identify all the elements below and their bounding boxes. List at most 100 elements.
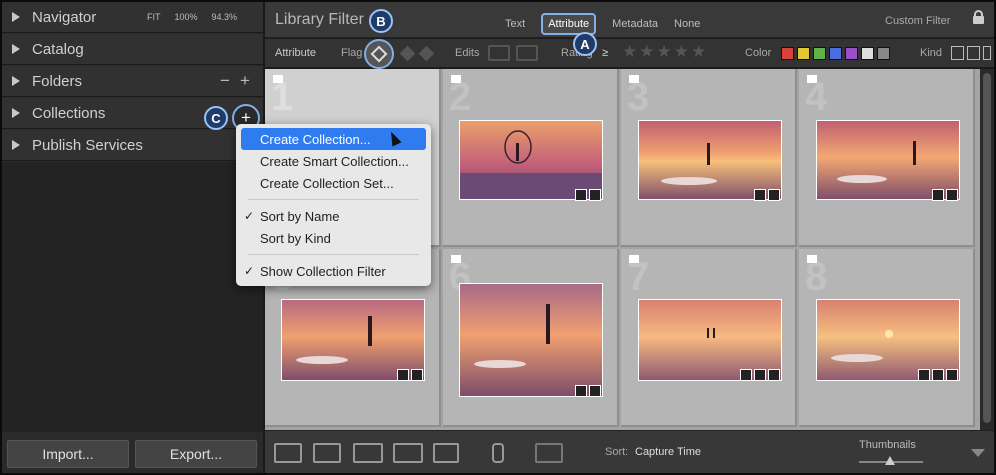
photo-thumbnail[interactable]	[816, 120, 960, 200]
slider-knob[interactable]	[885, 456, 895, 465]
attribute-label: Attribute	[275, 47, 316, 59]
rating-operator[interactable]: ≥	[602, 47, 608, 59]
flag-icon[interactable]	[629, 75, 639, 83]
menu-item-label: Create Smart Collection...	[260, 153, 409, 169]
edits-label: Edits	[455, 47, 480, 59]
menu-item-sort-by-name[interactable]: ✓ Sort by Name	[236, 205, 431, 227]
flag-filter-button[interactable]	[364, 39, 394, 69]
menu-item-sort-by-kind[interactable]: Sort by Kind	[236, 227, 431, 249]
photo-thumbnail[interactable]	[459, 283, 603, 397]
rating-stars[interactable]: ★★★★★	[622, 42, 708, 62]
thumbnail-badges	[918, 369, 958, 381]
lock-icon[interactable]	[973, 10, 984, 24]
video-icon[interactable]	[983, 46, 991, 60]
thumbnail-badges	[575, 385, 601, 397]
export-button[interactable]: Export...	[135, 440, 257, 468]
remove-folder-icon[interactable]: −	[220, 71, 230, 91]
menu-item-create-smart-collection[interactable]: Create Smart Collection...	[236, 150, 431, 172]
catalog-panel-header[interactable]: Catalog	[2, 34, 263, 65]
left-panel: Navigator FIT 100% 94.3% Catalog Folders…	[2, 2, 263, 473]
thumbnail-badges	[932, 189, 958, 201]
disclosure-triangle-icon	[12, 140, 20, 150]
import-button[interactable]: Import...	[7, 440, 129, 468]
grid-cell[interactable]: 6	[443, 249, 619, 427]
publish-services-panel-header[interactable]: Publish Services	[2, 130, 263, 161]
menu-item-label: Create Collection...	[260, 131, 371, 147]
checkmark-icon: ✓	[244, 264, 255, 278]
grid-view-icon[interactable]	[274, 443, 302, 463]
filter-preset-dropdown[interactable]: Custom Filter	[885, 15, 950, 27]
tab-none[interactable]: None	[674, 18, 700, 30]
callout-c-badge: C	[204, 106, 228, 130]
collections-label: Collections	[32, 104, 106, 122]
virtual-copy-icon[interactable]	[967, 46, 980, 60]
color-swatch-red[interactable]	[781, 47, 794, 60]
color-swatch-none[interactable]	[877, 47, 890, 60]
thumbnail-badges	[754, 189, 780, 201]
grid-scrollbar[interactable]	[980, 69, 994, 430]
unedited-icon[interactable]	[516, 45, 538, 61]
navigator-panel-header[interactable]: Navigator FIT 100% 94.3%	[2, 2, 263, 33]
bottom-toolbar: Sort: Capture Time Thumbnails	[265, 430, 994, 473]
painter-icon[interactable]	[492, 443, 504, 463]
folders-panel-header[interactable]: Folders − +	[2, 66, 263, 97]
grid-cell[interactable]: 4	[799, 69, 975, 247]
callout-a-badge: A	[573, 32, 597, 56]
survey-view-icon[interactable]	[393, 443, 423, 463]
grid-cell[interactable]: 7	[621, 249, 797, 427]
color-swatch-purple[interactable]	[845, 47, 858, 60]
library-filter-title: Library Filter :	[275, 11, 373, 28]
master-photo-icon[interactable]	[951, 46, 964, 60]
toolbar-menu-chevron-icon[interactable]	[971, 449, 985, 457]
sort-label: Sort:	[605, 446, 629, 458]
scroll-thumb[interactable]	[983, 73, 991, 423]
flag-icon[interactable]	[451, 75, 461, 83]
flag-icon[interactable]	[629, 255, 639, 263]
navigator-zoom-options: FIT 100% 94.3%	[147, 12, 237, 22]
tab-metadata[interactable]: Metadata	[612, 18, 658, 30]
import-export-bar: Import... Export...	[2, 432, 263, 473]
thumbnail-badges	[740, 369, 780, 381]
tab-text[interactable]: Text	[505, 18, 525, 30]
color-swatch-yellow[interactable]	[797, 47, 810, 60]
people-view-icon[interactable]	[433, 443, 459, 463]
disclosure-triangle-icon	[12, 12, 20, 22]
disclosure-triangle-icon	[12, 76, 20, 86]
sort-dropdown[interactable]: Capture Time	[635, 446, 701, 458]
grid-cell[interactable]: 3	[621, 69, 797, 247]
zoom-custom[interactable]: 94.3%	[212, 12, 238, 22]
catalog-label: Catalog	[32, 40, 84, 58]
photo-thumbnail[interactable]	[459, 120, 603, 200]
filter-tabs: Text Attribute Metadata None	[505, 13, 700, 35]
compare-view-icon[interactable]	[353, 443, 383, 463]
flag-icon[interactable]	[807, 255, 817, 263]
menu-item-create-collection[interactable]: Create Collection...	[241, 128, 426, 150]
edited-icon[interactable]	[488, 45, 510, 61]
rejected-icon[interactable]	[418, 45, 435, 62]
color-swatch-blue[interactable]	[829, 47, 842, 60]
thumbnail-badges	[397, 369, 423, 381]
left-panel-empty-area	[2, 162, 263, 432]
loupe-view-icon[interactable]	[313, 443, 341, 463]
disclosure-triangle-icon	[12, 108, 20, 118]
attribute-filter-bar: Attribute Flag Edits Rating ≥ ★★★★★ Colo…	[265, 39, 994, 69]
zoom-100[interactable]: 100%	[175, 12, 198, 22]
add-folder-icon[interactable]: +	[240, 71, 250, 91]
thumbnail-badges	[575, 189, 601, 201]
grid-cell[interactable]: 8	[799, 249, 975, 427]
sort-direction-icon[interactable]	[535, 443, 563, 463]
menu-item-show-collection-filter[interactable]: ✓ Show Collection Filter	[236, 260, 431, 282]
color-swatch-custom[interactable]	[861, 47, 874, 60]
flag-icon[interactable]	[273, 75, 283, 83]
color-swatch-green[interactable]	[813, 47, 826, 60]
thumbnail-size-slider[interactable]	[859, 456, 923, 465]
flag-icon[interactable]	[807, 75, 817, 83]
grid-cell[interactable]: 2	[443, 69, 619, 247]
flag-icon[interactable]	[451, 255, 461, 263]
navigator-label: Navigator	[32, 8, 97, 26]
unflagged-icon[interactable]	[399, 45, 416, 62]
menu-item-create-collection-set[interactable]: Create Collection Set...	[236, 172, 431, 194]
photo-thumbnail[interactable]	[638, 120, 782, 200]
zoom-fit[interactable]: FIT	[147, 12, 161, 22]
mouse-cursor-icon	[386, 129, 402, 147]
